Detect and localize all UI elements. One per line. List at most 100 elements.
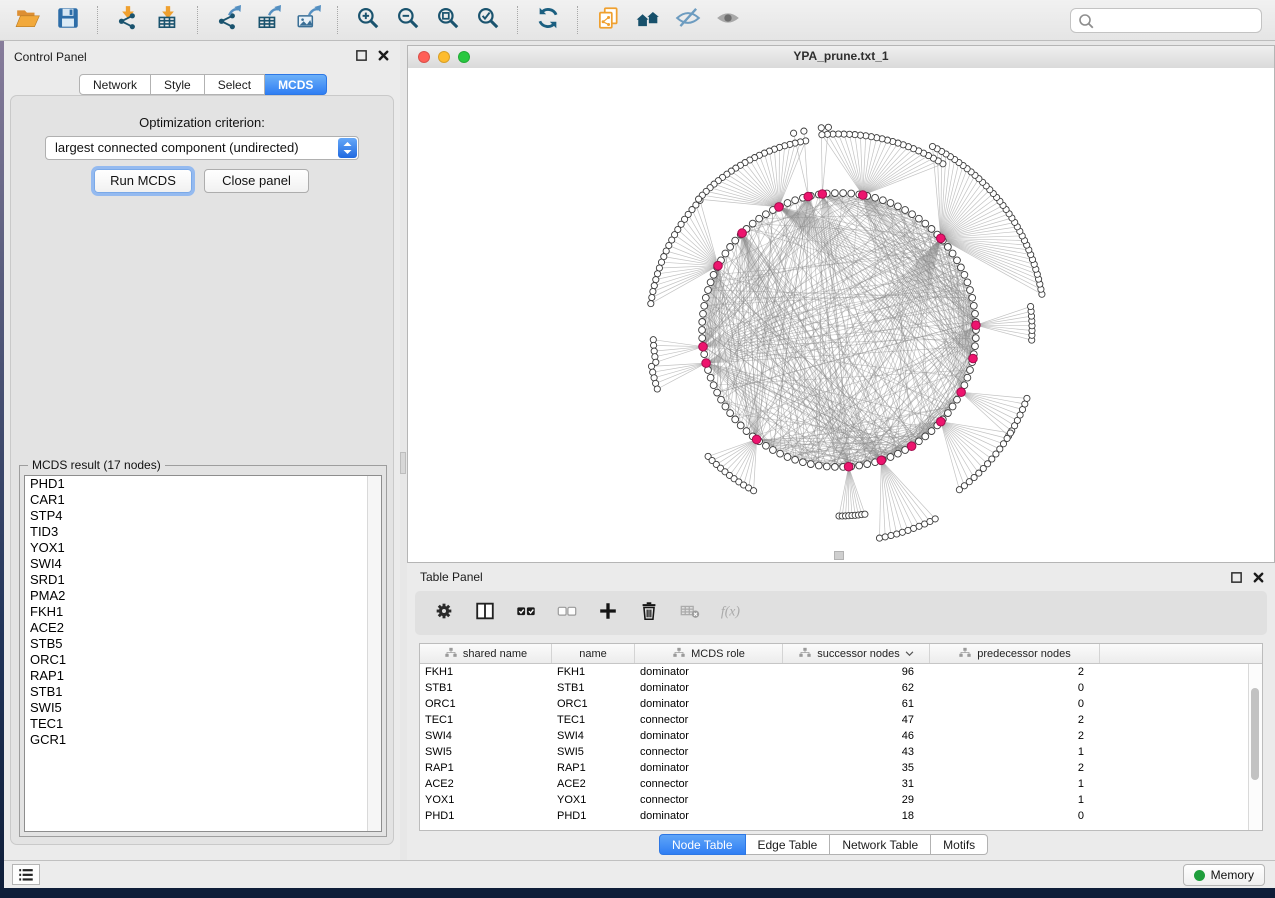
graph-dominator-node[interactable] xyxy=(714,261,723,270)
float-panel-icon[interactable] xyxy=(355,49,368,67)
graph-leaf-node[interactable] xyxy=(818,125,824,131)
graph-leaf-node[interactable] xyxy=(650,288,656,294)
table-cell[interactable]: dominator xyxy=(635,808,783,824)
pane-resize-grip[interactable] xyxy=(834,551,844,560)
graph-node[interactable] xyxy=(722,250,729,257)
show-all-button[interactable] xyxy=(708,3,748,37)
graph-dominator-node[interactable] xyxy=(957,388,966,397)
table-cell[interactable]: STB1 xyxy=(552,680,635,696)
table-cell[interactable]: PHD1 xyxy=(420,808,552,824)
graph-node[interactable] xyxy=(784,454,791,461)
graph-node[interactable] xyxy=(800,459,807,466)
export-image-button[interactable] xyxy=(288,3,328,37)
table-row[interactable]: STB1STB1dominator620 xyxy=(420,680,1262,696)
graph-node[interactable] xyxy=(872,194,879,201)
table-cell[interactable]: 43 xyxy=(783,744,930,760)
graph-edge[interactable] xyxy=(863,156,929,196)
graph-node[interactable] xyxy=(840,190,847,197)
table-row[interactable]: SWI5SWI5connector431 xyxy=(420,744,1262,760)
graph-leaf-node[interactable] xyxy=(648,301,654,307)
graph-edge[interactable] xyxy=(941,201,1000,238)
graph-leaf-node[interactable] xyxy=(751,488,757,494)
table-cell[interactable]: RAP1 xyxy=(552,760,635,776)
graph-leaf-node[interactable] xyxy=(825,124,831,130)
graph-node[interactable] xyxy=(732,237,739,244)
mcds-result-item[interactable]: STB1 xyxy=(25,684,381,700)
graph-node[interactable] xyxy=(856,462,863,469)
table-cell[interactable]: 35 xyxy=(783,760,930,776)
graph-dominator-node[interactable] xyxy=(969,354,978,363)
table-cell[interactable]: 18 xyxy=(783,808,930,824)
graph-edge[interactable] xyxy=(941,422,979,473)
graph-leaf-node[interactable] xyxy=(819,132,825,138)
graph-edge[interactable] xyxy=(655,347,703,357)
graph-leaf-node[interactable] xyxy=(656,265,662,271)
table-cell[interactable]: FKH1 xyxy=(420,664,552,680)
graph-node[interactable] xyxy=(887,454,894,461)
graph-leaf-node[interactable] xyxy=(1028,303,1034,309)
graph-node[interactable] xyxy=(710,382,717,389)
graph-leaf-node[interactable] xyxy=(648,363,654,369)
window-maximize-icon[interactable] xyxy=(458,51,470,63)
graph-node[interactable] xyxy=(916,215,923,222)
graph-node[interactable] xyxy=(815,462,822,469)
graph-node[interactable] xyxy=(710,271,717,278)
graph-node[interactable] xyxy=(702,294,709,301)
graph-edge[interactable] xyxy=(961,392,1012,431)
graph-node[interactable] xyxy=(945,244,952,251)
graph-dominator-node[interactable] xyxy=(818,190,827,199)
graph-node[interactable] xyxy=(902,207,909,214)
close-panel-icon[interactable] xyxy=(377,49,390,67)
graph-edge[interactable] xyxy=(941,422,1004,444)
graph-dominator-node[interactable] xyxy=(877,456,886,465)
graph-leaf-node[interactable] xyxy=(1007,430,1013,436)
column-header-successor-nodes[interactable]: successor nodes xyxy=(783,644,930,663)
graph-edge[interactable] xyxy=(739,439,757,482)
graph-node[interactable] xyxy=(887,200,894,207)
optimization-criterion-dropdown[interactable]: largest connected component (undirected) xyxy=(45,136,359,160)
graph-node[interactable] xyxy=(770,447,777,454)
graph-dominator-node[interactable] xyxy=(937,417,946,426)
table-cell[interactable]: SWI4 xyxy=(552,728,635,744)
first-neighbors-button[interactable] xyxy=(628,3,668,37)
graph-leaf-node[interactable] xyxy=(696,196,702,202)
graph-edge[interactable] xyxy=(706,191,779,207)
graph-edge[interactable] xyxy=(976,325,1032,335)
graph-edge[interactable] xyxy=(961,392,1020,415)
graph-leaf-node[interactable] xyxy=(876,535,882,541)
mcds-result-item[interactable]: STP4 xyxy=(25,508,381,524)
graph-leaf-node[interactable] xyxy=(1024,395,1030,401)
tab-mcds[interactable]: MCDS xyxy=(265,74,327,95)
vertical-splitter[interactable] xyxy=(400,41,407,860)
graph-edge[interactable] xyxy=(880,460,882,538)
network-canvas[interactable] xyxy=(408,68,1274,562)
graph-leaf-node[interactable] xyxy=(658,259,664,265)
mcds-result-item[interactable]: SWI5 xyxy=(25,700,381,716)
mcds-result-item[interactable]: RAP1 xyxy=(25,668,381,684)
hide-selected-button[interactable] xyxy=(668,3,708,37)
graph-edge[interactable] xyxy=(881,460,891,535)
add-column-button[interactable] xyxy=(596,601,620,625)
table-cell[interactable]: SWI4 xyxy=(420,728,552,744)
tab-network[interactable]: Network xyxy=(79,74,151,95)
column-header-shared-name[interactable]: shared name xyxy=(420,644,552,663)
graph-edge[interactable] xyxy=(881,460,919,526)
graph-dominator-node[interactable] xyxy=(859,191,868,200)
graph-node[interactable] xyxy=(722,403,729,410)
graph-node[interactable] xyxy=(699,335,706,342)
graph-edge[interactable] xyxy=(881,460,908,530)
table-cell[interactable]: connector xyxy=(635,744,783,760)
table-cell[interactable]: 1 xyxy=(930,744,1100,760)
graph-node[interactable] xyxy=(949,250,956,257)
close-panel-button[interactable]: Close panel xyxy=(204,169,309,193)
graph-edge[interactable] xyxy=(976,325,1032,326)
graph-edge[interactable] xyxy=(976,325,1032,330)
graph-node[interactable] xyxy=(727,410,734,417)
graph-node[interactable] xyxy=(714,389,721,396)
graph-edge[interactable] xyxy=(718,181,779,207)
graph-node[interactable] xyxy=(705,287,712,294)
table-cell[interactable]: 96 xyxy=(783,664,930,680)
graph-node[interactable] xyxy=(732,416,739,423)
graph-edge[interactable] xyxy=(941,422,1007,439)
graph-edge[interactable] xyxy=(842,467,848,516)
